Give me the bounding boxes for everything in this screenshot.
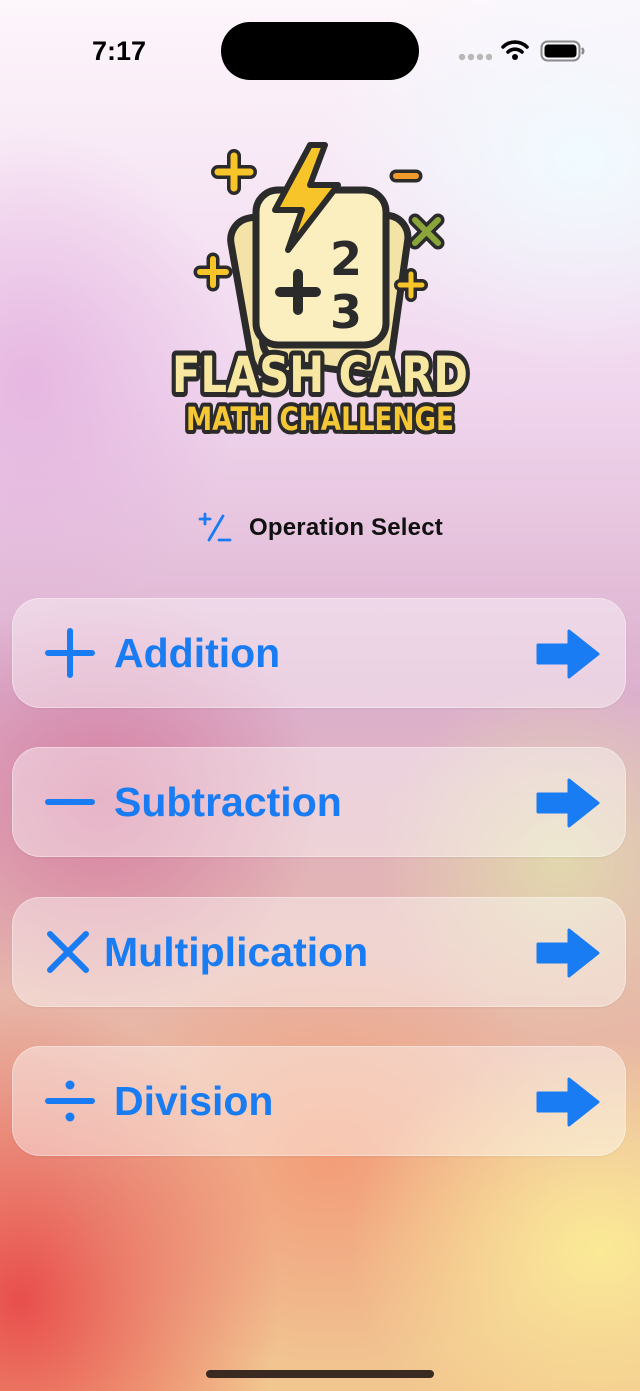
logo-digit-bottom: 3 xyxy=(330,285,362,339)
multiply-icon xyxy=(47,931,89,973)
operation-label: Subtraction xyxy=(114,779,342,825)
operation-multiplication-button[interactable]: Multiplication xyxy=(12,897,626,1007)
divide-icon xyxy=(45,1080,95,1122)
operation-label: Multiplication xyxy=(104,929,369,975)
status-bar: 7:17 xyxy=(0,0,640,100)
operation-addition-button[interactable]: Addition xyxy=(12,598,626,708)
status-time: 7:17 xyxy=(92,36,147,66)
arrow-right-icon xyxy=(536,928,600,978)
cellular-signal-icon xyxy=(458,53,492,61)
section-title: Operation Select xyxy=(249,514,443,541)
dynamic-island xyxy=(221,22,419,80)
logo-subtitle: MATH CHALLENGE xyxy=(186,400,454,438)
battery-icon xyxy=(540,40,585,62)
wifi-icon xyxy=(501,40,529,60)
minus-icon xyxy=(45,799,95,805)
logo-title: FLASH CARD xyxy=(172,346,468,404)
operation-division-button[interactable]: Division xyxy=(12,1046,626,1156)
operation-subtraction-button[interactable]: Subtraction xyxy=(12,747,626,857)
plus-icon xyxy=(45,628,95,678)
operation-label: Addition xyxy=(114,630,281,676)
operation-list: Addition Subtraction Multiplication Divi… xyxy=(0,584,640,1184)
arrow-right-icon xyxy=(536,1077,600,1127)
logo-digit-top: 2 xyxy=(330,232,362,286)
plus-minus-icon xyxy=(198,512,232,542)
app-logo: 2 3 FLASH CARD MATH CHALLENGE xyxy=(167,142,473,442)
home-indicator[interactable] xyxy=(206,1370,434,1378)
arrow-right-icon xyxy=(536,778,600,828)
section-header: Operation Select xyxy=(0,508,640,548)
arrow-right-icon xyxy=(536,629,600,679)
operation-label: Division xyxy=(114,1078,274,1124)
